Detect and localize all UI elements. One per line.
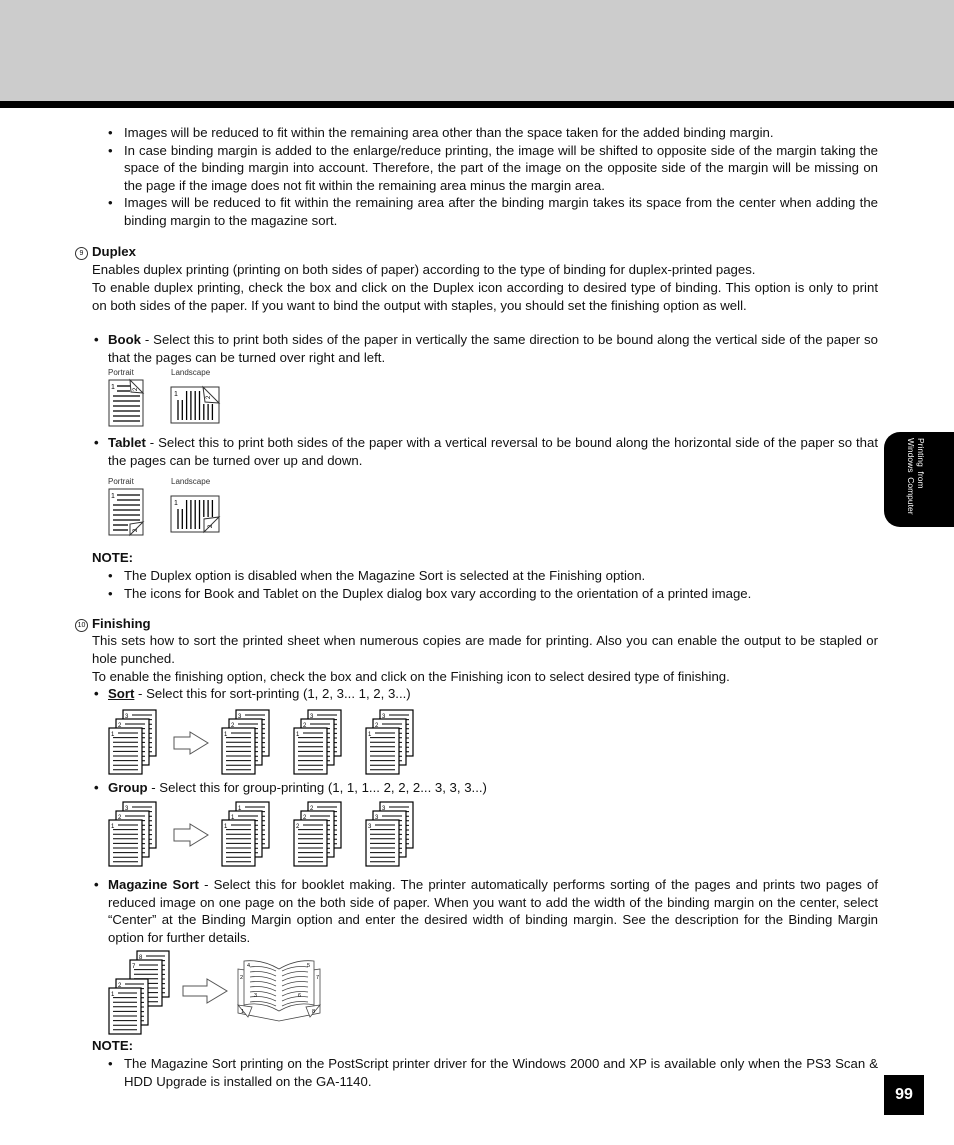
finishing-note: The Magazine Sort printing on the PostSc… bbox=[108, 1055, 878, 1090]
sort-label: Sort bbox=[108, 686, 135, 701]
tablet-portrait-caption: Portrait bbox=[108, 477, 134, 486]
group-output-stack-icon: 222 bbox=[293, 801, 342, 867]
sheet: 1 bbox=[365, 727, 400, 775]
header-rule bbox=[0, 101, 954, 108]
page-number-label: 1 bbox=[241, 1009, 244, 1015]
intro-bullet: Images will be reduced to fit within the… bbox=[108, 124, 878, 142]
group-arrow-icon bbox=[173, 823, 209, 847]
page-number-label: 4 bbox=[247, 963, 250, 969]
duplex-heading: 9 Duplex bbox=[75, 243, 136, 261]
duplex-note-label: NOTE: bbox=[92, 550, 134, 565]
sort-output-stack-icon: 321 bbox=[365, 709, 414, 775]
sheet: 3 bbox=[365, 819, 400, 867]
duplex-tablet-item: Tablet - Select this to print both sides… bbox=[92, 434, 878, 469]
book-portrait-icon: 12 bbox=[108, 378, 145, 427]
duplex-note: The Duplex option is disabled when the M… bbox=[108, 567, 878, 585]
duplex-note-list: The Duplex option is disabled when the M… bbox=[108, 567, 878, 602]
book-portrait-caption: Portrait bbox=[108, 368, 134, 377]
page-number-label: 8 bbox=[312, 1009, 315, 1015]
tablet-landscape-caption: Landscape bbox=[171, 477, 211, 486]
page-number-label: 3 bbox=[254, 993, 257, 999]
sort-arrow-icon bbox=[173, 731, 209, 755]
finishing-para-1: This sets how to sort the printed sheet … bbox=[92, 633, 878, 666]
finishing-note-list: The Magazine Sort printing on the PostSc… bbox=[108, 1055, 878, 1090]
tablet-landscape-icon: 12 bbox=[170, 495, 221, 534]
chapter-side-tab-label: Printing from Windows Computer bbox=[906, 438, 926, 515]
finishing-sort-item: Sort - Select this for sort-printing (1,… bbox=[92, 685, 878, 703]
sort-input-stack-icon: 321 bbox=[108, 709, 157, 775]
duplex-para-1: Enables duplex printing (printing on bot… bbox=[92, 262, 756, 277]
tablet-text: - Select this to print both sides of the… bbox=[108, 435, 878, 468]
book-landscape-icon: 12 bbox=[170, 385, 221, 424]
finishing-title: Finishing bbox=[92, 616, 151, 631]
magazine-arrow-icon bbox=[182, 978, 228, 1004]
group-input-stack-icon: 321 bbox=[108, 801, 157, 867]
group-output-stack-icon: 333 bbox=[365, 801, 414, 867]
intro-bullet: Images will be reduced to fit within the… bbox=[108, 194, 878, 229]
page-number-label: 1 bbox=[174, 500, 178, 507]
magazine-input-stack-icon: 8721 bbox=[108, 950, 170, 1035]
finishing-magazine-item: Magazine Sort - Select this for booklet … bbox=[92, 876, 878, 946]
page-number: 99 bbox=[884, 1075, 924, 1115]
page-number-label: 2 bbox=[240, 975, 243, 981]
sort-output-stack-icon: 321 bbox=[221, 709, 270, 775]
group-text: - Select this for group-printing (1, 1, … bbox=[147, 780, 487, 795]
section-number-icon: 10 bbox=[75, 619, 88, 632]
book-text: - Select this to print both sides of the… bbox=[108, 332, 878, 365]
magazine-booklet-icon: 1 2 3 4 5 6 7 8 bbox=[237, 960, 321, 1022]
page-number-label: 1 bbox=[111, 493, 115, 500]
magazine-text: - Select this for booklet making. The pr… bbox=[108, 877, 879, 945]
duplex-para-2: To enable duplex printing, check the box… bbox=[92, 280, 878, 313]
duplex-title: Duplex bbox=[92, 244, 136, 259]
sort-text: - Select this for sort-printing (1, 2, 3… bbox=[134, 686, 411, 701]
sheet: 1 bbox=[293, 727, 328, 775]
finishing-para-2: To enable the finishing option, check th… bbox=[92, 669, 730, 684]
page-number-label: 1 bbox=[111, 384, 115, 391]
sheet: 1 bbox=[108, 987, 142, 1035]
page-number-label: 1 bbox=[174, 391, 178, 398]
group-output-stack-icon: 111 bbox=[221, 801, 270, 867]
intro-bullet-list: Images will be reduced to fit within the… bbox=[108, 124, 878, 229]
intro-bullet: In case binding margin is added to the e… bbox=[108, 142, 878, 195]
finishing-note-label: NOTE: bbox=[92, 1038, 134, 1053]
group-label: Group bbox=[108, 780, 148, 795]
sheet: 1 bbox=[108, 727, 143, 775]
sheet: 2 bbox=[293, 819, 328, 867]
page-number-label: 5 bbox=[307, 963, 310, 969]
book-label: Book bbox=[108, 332, 141, 347]
sheet: 1 bbox=[221, 727, 256, 775]
page-number-label: 6 bbox=[298, 993, 301, 999]
finishing-group-item: Group - Select this for group-printing (… bbox=[92, 779, 878, 797]
book-landscape-caption: Landscape bbox=[171, 368, 211, 377]
page-number-label: 7 bbox=[316, 975, 319, 981]
header-band bbox=[0, 0, 954, 101]
duplex-book-item: Book - Select this to print both sides o… bbox=[92, 331, 878, 366]
magazine-label: Magazine Sort bbox=[108, 877, 199, 892]
sheet: 1 bbox=[108, 819, 143, 867]
finishing-heading: 10 Finishing bbox=[75, 615, 151, 633]
sort-output-stack-icon: 321 bbox=[293, 709, 342, 775]
tablet-label: Tablet bbox=[108, 435, 146, 450]
section-number-icon: 9 bbox=[75, 247, 88, 260]
tablet-portrait-icon: 12 bbox=[108, 488, 145, 537]
sheet: 1 bbox=[221, 819, 256, 867]
duplex-note: The icons for Book and Tablet on the Dup… bbox=[108, 585, 878, 603]
